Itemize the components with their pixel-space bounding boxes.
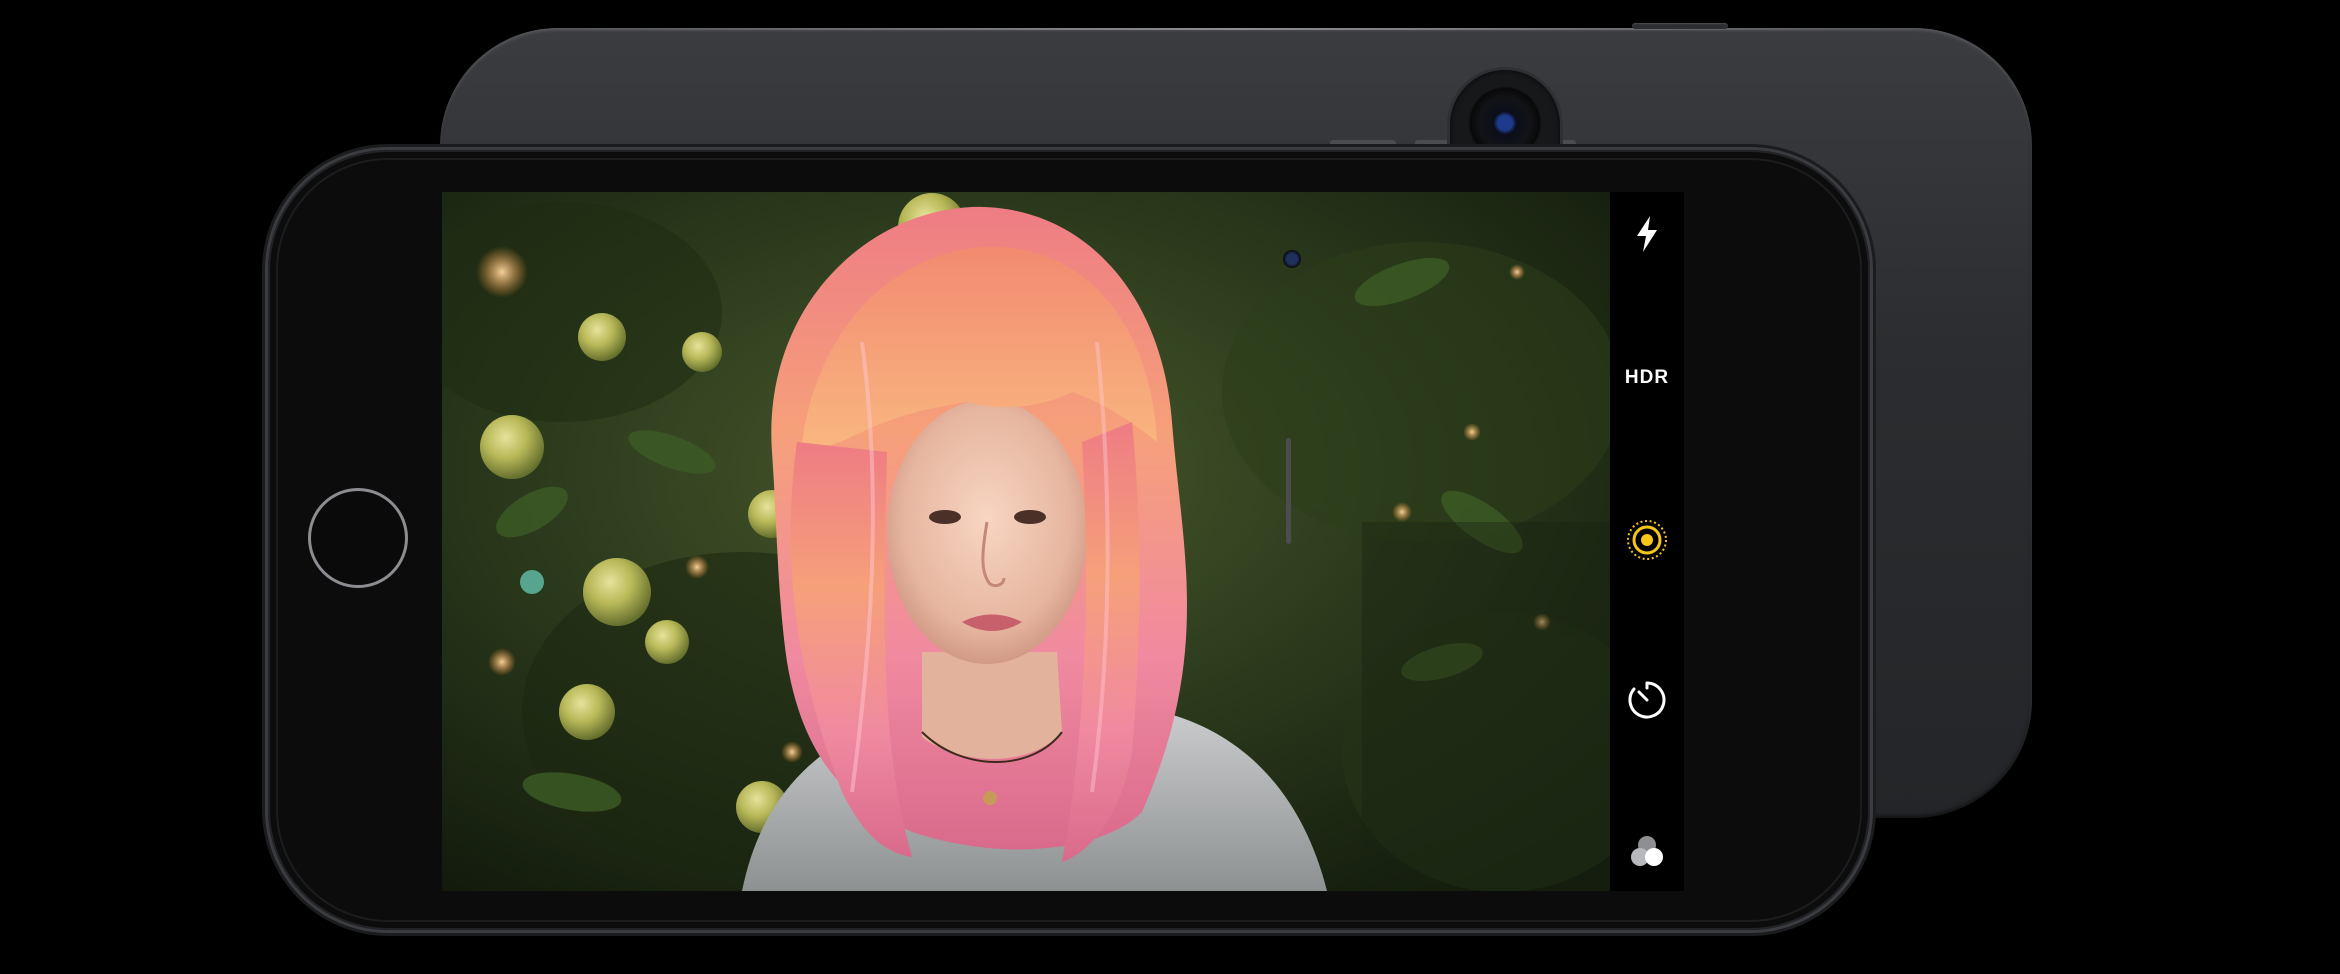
hdr-button[interactable]: HDR bbox=[1610, 350, 1684, 406]
filters-icon bbox=[1631, 836, 1663, 866]
home-button[interactable] bbox=[308, 488, 408, 588]
iphone-front-view: HDR bbox=[268, 150, 1870, 930]
device-edge-highlight bbox=[520, 28, 1952, 30]
camera-viewfinder[interactable] bbox=[442, 192, 1610, 891]
wide-angle-lens-icon bbox=[1468, 86, 1542, 160]
timer-button[interactable] bbox=[1610, 670, 1684, 730]
flash-button[interactable] bbox=[1610, 206, 1684, 262]
live-photo-button[interactable] bbox=[1610, 510, 1684, 570]
live-photo-icon bbox=[1627, 520, 1667, 560]
viewfinder-scene bbox=[442, 192, 1610, 891]
volume-down-button bbox=[1330, 140, 1396, 146]
power-button bbox=[1632, 23, 1728, 29]
rear-sensor-dot bbox=[1283, 250, 1301, 268]
product-hero-stage: HDR bbox=[0, 0, 2340, 974]
hdr-label: HDR bbox=[1624, 367, 1670, 388]
flash-icon bbox=[1637, 216, 1657, 252]
filters-button[interactable] bbox=[1610, 822, 1684, 882]
timer-icon bbox=[1628, 681, 1666, 719]
rear-edge-slot bbox=[1286, 438, 1291, 544]
camera-control-strip: HDR bbox=[1610, 192, 1684, 891]
